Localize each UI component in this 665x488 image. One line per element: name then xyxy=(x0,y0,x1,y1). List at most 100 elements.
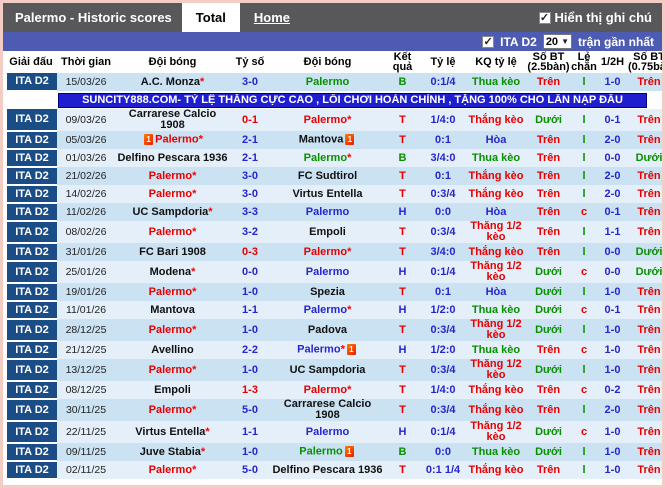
column-header: Số BT (2.5bàn) xyxy=(526,51,571,73)
handicap-result: Thua kèo xyxy=(466,443,526,461)
tab-home[interactable]: Home xyxy=(240,3,304,32)
full-time-score: 1-0 xyxy=(230,443,270,461)
over-under-0-75-value: Trên xyxy=(637,113,661,126)
over-under-0-75: Trên xyxy=(628,203,662,221)
team-name: Modena xyxy=(149,265,192,278)
handicap-result: Thua kèo xyxy=(466,73,526,91)
handicap-result: Thắng kèo xyxy=(466,399,526,421)
match-date: 11/01/26 xyxy=(57,301,115,319)
show-notes-label: Hiển thị ghi chú xyxy=(554,10,653,25)
handicap-result: Thắng 1/2 kèo xyxy=(466,421,526,443)
odd-even-value: c xyxy=(580,265,588,278)
red-card-icon: 1 xyxy=(344,446,354,458)
handicap-result: Hòa xyxy=(466,203,526,221)
league-cell: ITA D2 xyxy=(3,319,57,342)
full-time-score: 0-1 xyxy=(230,109,270,131)
match-date: 21/02/26 xyxy=(57,167,115,185)
result-letter-value: T xyxy=(399,169,406,182)
half-time-score: 1-0 xyxy=(597,283,628,301)
handicap-result: Thắng kèo xyxy=(466,381,526,399)
over-under-0-75-value: Trên xyxy=(637,463,661,476)
over-under-2-5-value: Trên xyxy=(536,463,561,476)
match-date: 08/02/26 xyxy=(57,221,115,243)
half-time-score: 0-0 xyxy=(597,261,628,283)
full-time-score-value: 1-0 xyxy=(242,445,258,458)
away-team: Palermo 1 xyxy=(270,443,385,461)
full-time-score: 0-3 xyxy=(230,243,270,261)
handicap-odds: 0:1/4 xyxy=(420,261,466,283)
odd-even-value: l xyxy=(582,363,586,376)
team-name: Spezia xyxy=(310,285,345,298)
over-under-2-5-value: Dưới xyxy=(535,285,562,298)
checkbox-checked-icon[interactable]: ✓ xyxy=(538,11,551,24)
odd-even-value: c xyxy=(580,383,588,396)
full-time-score: 2-1 xyxy=(230,131,270,149)
over-under-0-75-value: Trên xyxy=(637,363,661,376)
full-time-score: 1-0 xyxy=(230,319,270,341)
half-time-score: 2-0 xyxy=(597,185,628,203)
odd-even: l xyxy=(571,461,597,479)
full-time-score-value: 2-1 xyxy=(242,133,258,146)
favorite-star: * xyxy=(347,151,352,164)
away-team: Palermo* xyxy=(270,381,385,399)
match-row: ITA D2 28/12/25 Palermo* 1-0 Padova T 0:3/4 Thắ… xyxy=(3,319,662,342)
half-time-score: 0-0 xyxy=(597,243,628,261)
over-under-2-5: Trên xyxy=(526,167,571,185)
tab-total[interactable]: Total xyxy=(181,3,240,32)
half-time-score-value: 0-2 xyxy=(604,383,621,396)
odd-even: l xyxy=(571,221,597,243)
home-team: FC Bari 1908 xyxy=(115,243,230,261)
over-under-0-75: Trên xyxy=(628,301,662,319)
over-under-2-5-value: Trên xyxy=(536,245,561,258)
odd-even: l xyxy=(571,243,597,261)
over-under-2-5: Trên xyxy=(526,185,571,203)
full-time-score: 1-0 xyxy=(230,283,270,301)
match-count-select[interactable]: 20 ▼ xyxy=(542,34,572,49)
handicap-odds: 0:0 xyxy=(420,203,466,221)
away-team: Palermo* xyxy=(270,149,385,167)
handicap-result: Thắng 1/2 kèo xyxy=(466,261,526,283)
handicap-odds: 0:1 xyxy=(420,283,466,301)
odd-even: c xyxy=(571,421,597,443)
home-team: Palermo* xyxy=(115,319,230,341)
result-letter: T xyxy=(385,381,420,399)
result-letter: H xyxy=(385,203,420,221)
odd-even: l xyxy=(571,149,597,167)
over-under-2-5-value: Trên xyxy=(536,133,561,146)
full-time-score-value: 3-2 xyxy=(242,225,258,238)
home-team: Palermo* xyxy=(115,167,230,185)
team-name: Palermo xyxy=(305,75,350,88)
half-time-score-value: 1-0 xyxy=(604,343,621,356)
away-team: Spezia xyxy=(270,283,385,301)
promo-banner-link[interactable]: SUNCITY888.COM- TỶ LỆ THẮNG CỰC CAO , LỐ… xyxy=(58,92,647,108)
odd-even-value: l xyxy=(582,113,586,126)
home-team: Modena* xyxy=(115,261,230,283)
match-date: 09/03/26 xyxy=(57,109,115,131)
full-time-score-value: 0-0 xyxy=(242,265,258,278)
away-team: FC Sudtirol xyxy=(270,167,385,185)
league-checkbox[interactable]: ✓ xyxy=(482,35,495,48)
league-filter-label: ITA D2 xyxy=(500,34,537,49)
team-name: Carrarese Calcio 1908 xyxy=(283,399,372,421)
historic-scores-table: Giải đấu Thời gian Đội bóng Tỷ số Đội bóng Kế… xyxy=(3,51,662,480)
over-under-0-75: Trên xyxy=(628,319,662,341)
over-under-0-75-value: Trên xyxy=(637,225,661,238)
home-team: Palermo* xyxy=(115,283,230,301)
team-name: Palermo xyxy=(303,113,348,126)
full-time-score: 2-2 xyxy=(230,341,270,359)
handicap-result: Hòa xyxy=(466,283,526,301)
handicap-result: Thắng kèo xyxy=(466,461,526,479)
over-under-0-75: Trên xyxy=(628,109,662,131)
over-under-0-75: Trên xyxy=(628,131,662,149)
odd-even: l xyxy=(571,109,597,131)
match-date: 22/11/25 xyxy=(57,421,115,443)
odd-even-value: l xyxy=(582,187,586,200)
odd-even-value: l xyxy=(582,445,586,458)
half-time-score-value: 1-1 xyxy=(604,225,621,238)
match-row: ITA D2 21/12/25 Avellino 2-2 Palermo* 1 H 1/2:0… xyxy=(3,341,662,360)
column-header: Tỷ lệ xyxy=(420,51,466,73)
handicap-result-value: Thắng kèo xyxy=(468,245,524,258)
show-notes-toggle[interactable]: ✓ Hiển thị ghi chú xyxy=(538,3,663,32)
result-letter: T xyxy=(385,319,420,341)
full-time-score-value: 1-0 xyxy=(242,323,258,336)
